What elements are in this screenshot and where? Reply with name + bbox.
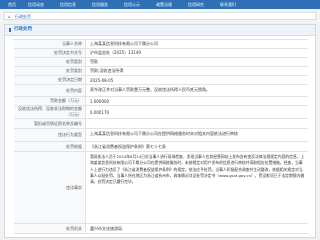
table-row: 处罚依据 《浙江省消费者权益保护条例》第七十七条 — [14, 142, 308, 152]
field-value: 上海某某信息科技有限公司下属分公司在提供网络服务时未对相关内容依法进行审核 — [90, 131, 238, 136]
field-label: 处罚决定日期 — [14, 76, 86, 84]
field-value: 罚款 — [90, 59, 98, 64]
field-label: 当事人名称 — [14, 40, 86, 48]
field-label: 违法事实 — [14, 152, 86, 223]
table-row: 处罚决定书文号 沪市监金处〔2025〕13149 — [14, 49, 308, 58]
home-icon: ⌂ — [8, 14, 11, 19]
detail-table: 当事人名称 上海某某信息科技有限公司下属分公司 处罚决定书文号 沪市监金处〔20… — [13, 39, 308, 234]
table-row: 没收违法所得、没收非法财物的金额（万元） 0.000170 — [14, 106, 308, 119]
nav-item-research[interactable]: 信用研究 — [188, 0, 204, 9]
field-value: 罚款;没收违法所得 — [90, 68, 124, 73]
panel-title: 行政处罚 — [14, 27, 32, 32]
table-row: 处罚类别 罚款;没收违法所得 — [14, 67, 308, 76]
nav-item-info[interactable]: 信用信息 — [60, 0, 76, 9]
nav-item-news[interactable]: 信用动态 — [28, 0, 44, 9]
field-label: 处罚内容 — [14, 85, 86, 96]
table-row: 处罚机关 嘉兴市文化旅游局 — [14, 224, 308, 234]
table-row: 罚款金额（万元） 1.000000 — [14, 97, 308, 106]
field-value — [90, 119, 305, 128]
field-value: 《浙江省消费者权益保护条例》第七十七条 — [90, 143, 166, 149]
top-nav-bar: 首页 信用动态 信用信息 信用服务 信用公示 政策法规 信用研究 联系我们 — [0, 0, 320, 9]
field-value: 上海某某信息科技有限公司下属分公司 — [90, 41, 158, 46]
nav-item-public[interactable]: 信用公示 — [124, 0, 140, 9]
field-label: 处罚类别 — [14, 58, 86, 66]
title-marker — [9, 28, 11, 32]
field-value: 责令改正并对当事人罚款壹万元整，没收违法所得人民币贰元捌角。 — [90, 87, 210, 92]
nav-item-policy[interactable]: 政策法规 — [156, 0, 172, 9]
nav-item-service[interactable]: 信用服务 — [92, 0, 108, 9]
breadcrumb: ⌂ 行政处罚 — [4, 12, 316, 20]
field-value: 嘉兴市文化旅游局 — [90, 225, 122, 231]
table-row: 违法行为类型 上海某某信息科技有限公司下属分公司在提供网络服务时未对相关内容依法… — [14, 129, 308, 142]
field-label: 没收违法所得、没收非法财物的金额（万元） — [14, 106, 86, 118]
table-row: 当事人名称 上海某某信息科技有限公司下属分公司 — [14, 40, 308, 49]
nav-item-home[interactable]: 首页 — [8, 0, 16, 9]
table-row: 处罚类别 罚款 — [14, 58, 308, 67]
penalty-detail-panel: 行政处罚 当事人名称 上海某某信息科技有限公司下属分公司 处罚决定书文号 沪市监… — [4, 24, 316, 238]
field-label: 处罚机关 — [14, 224, 86, 233]
table-row: 处罚内容 责令改正并对当事人罚款壹万元整，没收违法所得人民币贰元捌角。 — [14, 85, 308, 97]
field-value: 2025-08-05 — [90, 77, 114, 83]
field-label: 违法行为类型 — [14, 129, 86, 141]
breadcrumb-current[interactable]: 行政处罚 — [15, 13, 31, 20]
panel-header: 行政处罚 — [5, 25, 315, 36]
table-row: 暂扣或吊销证照名称及编号 — [14, 119, 308, 129]
field-value: 我局执法人员于2024年8月14日对当事人进行现场检查，发现当事人在其经营网站上… — [90, 154, 305, 185]
field-value: 沪市监金处〔2025〕13149 — [90, 50, 141, 55]
field-value: 1.000000 — [90, 98, 110, 104]
field-value: 0.000170 — [90, 109, 110, 115]
field-label: 暂扣或吊销证照名称及编号 — [14, 119, 86, 128]
table-row: 违法事实 我局执法人员于2024年8月14日对当事人进行现场检查，发现当事人在其… — [14, 152, 308, 224]
field-label: 处罚类别 — [14, 67, 86, 75]
field-label: 罚款金额（万元） — [14, 97, 86, 105]
nav-item-contact[interactable]: 联系我们 — [220, 0, 236, 9]
field-label: 处罚决定书文号 — [14, 49, 86, 57]
field-label: 处罚依据 — [14, 142, 86, 151]
table-row: 处罚决定日期 2025-08-05 — [14, 76, 308, 85]
